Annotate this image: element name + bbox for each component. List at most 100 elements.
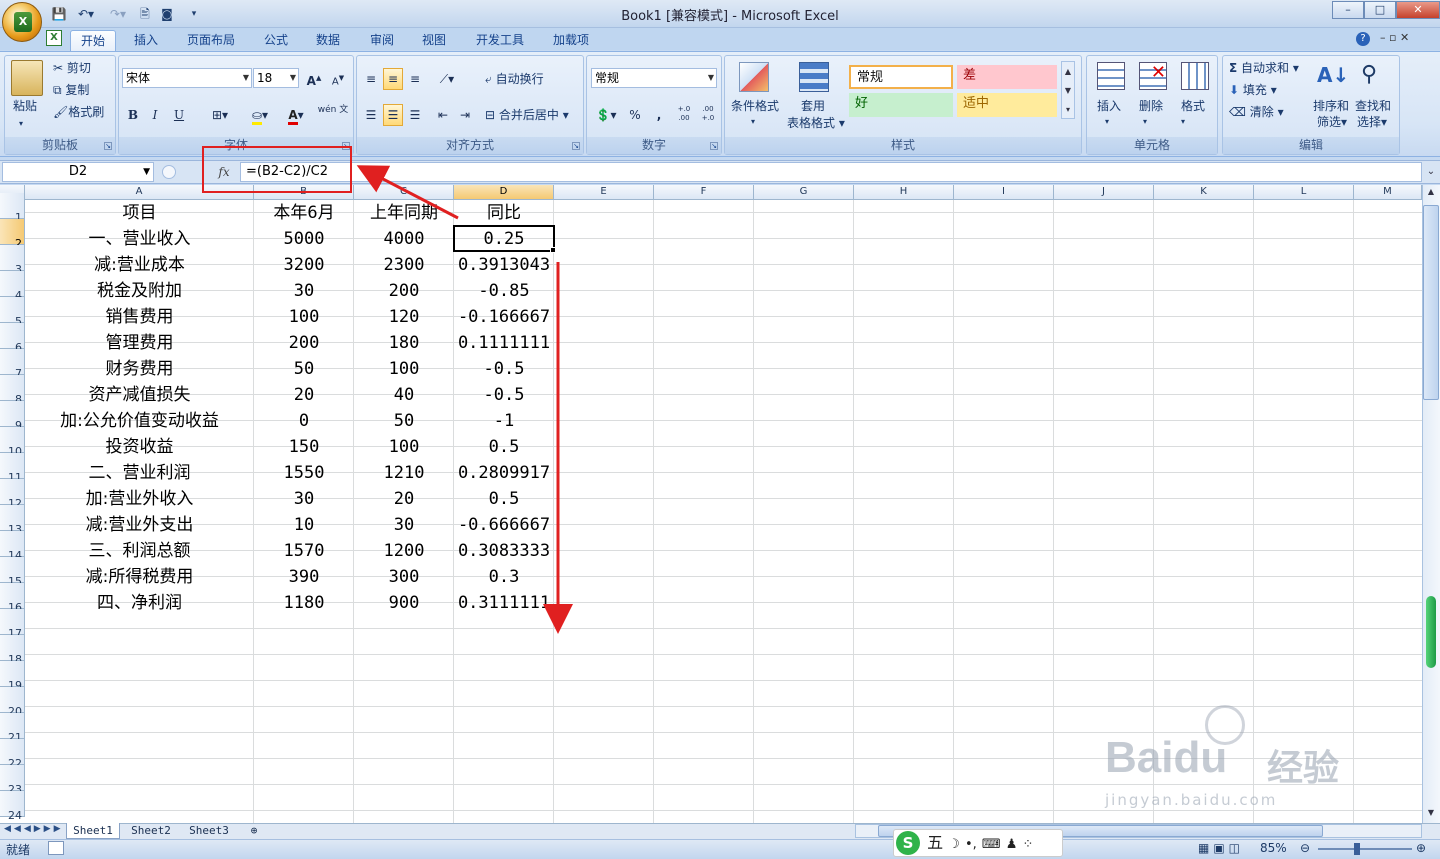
currency-button[interactable]: 💲▾ [591,104,621,126]
row-header-18[interactable]: 18 [0,635,25,666]
formula-input[interactable]: =(B2-C2)/C2 [240,162,1422,182]
paste-icon[interactable] [11,60,43,96]
view-buttons-icon[interactable]: ▦▣◫ [1198,841,1244,855]
row-header-23[interactable]: 23 [0,765,25,796]
cut-button[interactable]: ✂ 剪切 [53,60,91,76]
sort-filter-icon[interactable]: A↓ [1317,60,1349,90]
cell-d9[interactable]: -1 [454,407,554,433]
underline-button[interactable]: U [167,104,191,126]
cell-c5[interactable]: 120 [354,303,454,329]
style-good[interactable]: 好 [849,93,953,117]
cell-c3[interactable]: 2300 [354,251,454,277]
styles-scroll-icon[interactable]: ▲ ▼ ▾ [1061,61,1075,119]
fill-button[interactable]: ⬇ 填充 ▾ [1229,82,1277,98]
style-neutral[interactable]: 适中 [957,93,1057,117]
align-top-icon[interactable]: ≡ [361,68,381,90]
cell-b14[interactable]: 1570 [254,537,354,563]
format-cells-icon[interactable] [1181,62,1209,90]
vertical-scroll-thumb[interactable] [1423,205,1439,400]
row-header-24[interactable]: 24 [0,791,25,822]
phonetic-button[interactable]: wén 文 [315,104,351,126]
decrease-decimal-button[interactable]: .00 +.0 [697,104,719,126]
cell-c11[interactable]: 1210 [354,459,454,485]
cell-b10[interactable]: 150 [254,433,354,459]
sheet-tab-3[interactable]: Sheet3 [182,823,236,839]
close-button[interactable]: ✕ [1396,1,1440,19]
style-bad[interactable]: 差 [957,65,1057,89]
cell-b5[interactable]: 100 [254,303,354,329]
cell-d3[interactable]: 0.3913043 [454,251,554,277]
zoom-out-icon[interactable]: ⊖ [1300,841,1310,855]
align-middle-icon[interactable]: ≡ [383,68,403,90]
comma-button[interactable]: , [649,104,669,126]
align-left-icon[interactable]: ☰ [361,104,381,126]
format-painter-button[interactable]: 🖌格式刷 [53,104,104,120]
fill-color-button[interactable]: ⛀▾ [243,104,277,126]
autosum-button[interactable]: Σ 自动求和 ▾ [1229,60,1299,76]
delete-cells-button[interactable]: 删除 [1139,98,1163,114]
cell-d4[interactable]: -0.85 [454,277,554,303]
cell-d6[interactable]: 0.1111111 [454,329,554,355]
row-header-3[interactable]: 3 [0,245,25,276]
table-style-icon[interactable] [799,62,829,92]
cell-d13[interactable]: -0.666667 [454,511,554,537]
tab-developer[interactable]: 开发工具 [466,30,534,51]
font-size-select[interactable]: 18 ▼ [253,68,299,88]
name-box[interactable]: D2 ▼ [2,162,154,182]
chevron-down-icon[interactable]: ▾ [751,114,755,130]
paste-button[interactable]: 粘贴 [13,98,37,114]
print-preview-icon[interactable]: 🖹 [136,5,154,23]
column-header-i[interactable]: I [954,185,1054,200]
cell-a4[interactable]: 税金及附加 [25,277,254,303]
scroll-up-icon[interactable]: ▲ [1423,187,1439,201]
cell-b7[interactable]: 50 [254,355,354,381]
cell-d16[interactable]: 0.3111111 [454,589,554,615]
zoom-level[interactable]: 85% [1260,841,1287,855]
cell-a15[interactable]: 减:所得税费用 [25,563,254,589]
cell-b12[interactable]: 30 [254,485,354,511]
save-icon[interactable]: 💾 [50,5,68,23]
cell-c10[interactable]: 100 [354,433,454,459]
cell-a10[interactable]: 投资收益 [25,433,254,459]
tab-review[interactable]: 审阅 [360,30,404,51]
cell-b4[interactable]: 30 [254,277,354,303]
formula-expand-chevron-icon[interactable]: ⌄ [1424,162,1438,182]
cell-a11[interactable]: 二、营业利润 [25,459,254,485]
row-header-16[interactable]: 16 [0,583,25,614]
cell-b6[interactable]: 200 [254,329,354,355]
row-header-17[interactable]: 17 [0,609,25,640]
cell-c7[interactable]: 100 [354,355,454,381]
tab-page-layout[interactable]: 页面布局 [178,30,244,51]
cell-b16[interactable]: 1180 [254,589,354,615]
row-header-14[interactable]: 14 [0,531,25,562]
cell-a12[interactable]: 加:营业外收入 [25,485,254,511]
cell-d15[interactable]: 0.3 [454,563,554,589]
insert-cells-icon[interactable] [1097,62,1125,90]
cell-c15[interactable]: 300 [354,563,454,589]
column-header-k[interactable]: K [1154,185,1254,200]
font-color-button[interactable]: A▾ [279,104,313,126]
cell-a8[interactable]: 资产减值损失 [25,381,254,407]
grow-font-button[interactable]: A▲ [303,67,325,89]
increase-decimal-button[interactable]: +.0 .00 [673,104,695,126]
chevron-down-icon[interactable]: ▾▾▾ [1105,114,1219,130]
tab-home[interactable]: 开始 [70,30,116,51]
cell-a1[interactable]: 项目 [25,199,254,225]
zoom-thumb[interactable] [1354,843,1360,855]
clipboard-launcher-icon[interactable]: ↘ [104,142,112,150]
align-right-icon[interactable]: ☰ [405,104,425,126]
merge-center-button[interactable]: ⊟ 合并后居中 ▾ [485,107,569,123]
row-header-11[interactable]: 11 [0,453,25,484]
scroll-down-icon[interactable]: ▼ [1423,808,1439,822]
ribbon-window-controls[interactable]: – ▫ ✕ [1380,31,1409,44]
camera-icon[interactable]: ◙ [158,5,176,23]
cell-c16[interactable]: 900 [354,589,454,615]
format-as-table-button[interactable]: 表格格式 ▾ [787,115,845,131]
cell-d14[interactable]: 0.3083333 [454,537,554,563]
fill-handle[interactable] [550,247,556,253]
column-header-f[interactable]: F [654,185,754,200]
style-normal[interactable]: 常规 [849,65,953,89]
cell-a6[interactable]: 管理费用 [25,329,254,355]
clear-button[interactable]: ⌫ 清除 ▾ [1229,104,1284,120]
sheet-tab-2[interactable]: Sheet2 [124,823,178,839]
